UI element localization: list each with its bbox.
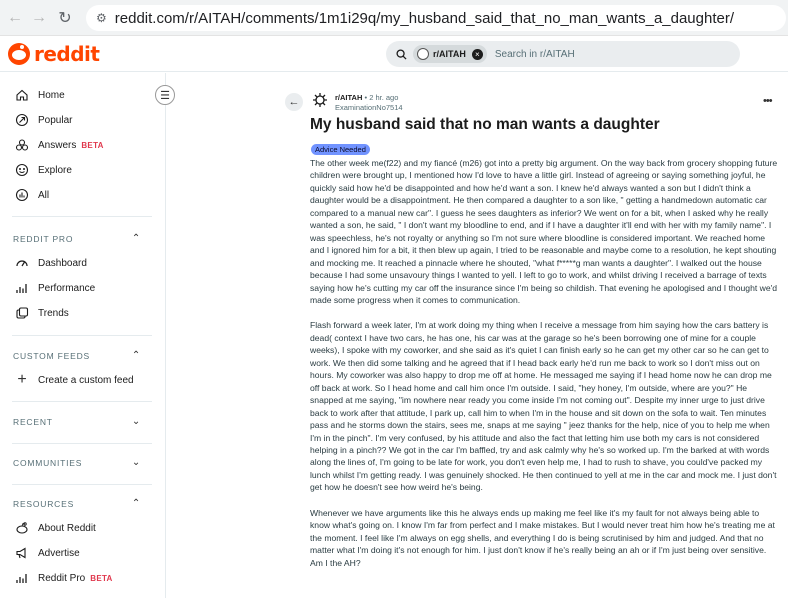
reload-icon[interactable]: ↻ xyxy=(54,7,76,29)
logo-text: reddit xyxy=(34,42,100,66)
search-input[interactable]: Search in r/AITAH xyxy=(495,49,575,60)
chevron-down-icon[interactable]: ⌄ xyxy=(132,457,141,468)
dashboard-icon xyxy=(14,255,30,271)
url-text: reddit.com/r/AITAH/comments/1m1i29q/my_h… xyxy=(114,9,735,27)
sidebar-item-dashboard[interactable]: Dashboard xyxy=(14,253,87,273)
section-heading: COMMUNITIES xyxy=(13,457,83,468)
left-sidebar: Home Popular Answers BETA Explore All RE… xyxy=(0,73,166,598)
sidebar-item-trends[interactable]: Trends xyxy=(14,303,69,323)
sidebar-item-label: Dashboard xyxy=(38,257,87,269)
hamburger-icon: ☰ xyxy=(160,89,170,102)
sidebar-item-label: About Reddit xyxy=(38,522,96,534)
subreddit-avatar-icon[interactable] xyxy=(312,92,328,108)
reddit-alien-icon xyxy=(8,43,30,65)
sidebar-item-label: Reddit Pro xyxy=(38,572,86,584)
sidebar-item-label: Home xyxy=(38,89,65,101)
post-time: 2 hr. ago xyxy=(369,93,399,102)
beta-badge: BETA xyxy=(90,573,113,583)
answers-icon xyxy=(14,137,30,153)
bar-chart-icon xyxy=(14,570,30,586)
post-paragraph: Whenever we have arguments like this he … xyxy=(310,507,775,568)
post-paragraph: Flash forward a week later, I'm at work … xyxy=(310,320,777,493)
more-options-icon[interactable]: ••• xyxy=(763,95,773,107)
sidebar-divider xyxy=(12,335,152,336)
sidebar-item-all[interactable]: All xyxy=(14,185,49,205)
post-flair[interactable]: Advice Needed xyxy=(311,144,370,155)
back-button[interactable]: ← xyxy=(285,93,303,111)
subreddit-link[interactable]: r/AITAH xyxy=(335,93,362,102)
section-heading: RESOURCES xyxy=(13,498,75,509)
chevron-down-icon[interactable]: ⌄ xyxy=(132,416,141,427)
sidebar-menu-toggle[interactable]: ☰ xyxy=(155,85,175,105)
address-bar[interactable]: ⚙ reddit.com/r/AITAH/comments/1m1i29q/my… xyxy=(86,5,786,31)
sidebar-item-about-reddit[interactable]: About Reddit xyxy=(14,518,96,538)
reddit-logo[interactable]: reddit xyxy=(8,42,100,66)
sidebar-item-home[interactable]: Home xyxy=(14,85,65,105)
sidebar-divider xyxy=(12,443,152,444)
sidebar-item-label: All xyxy=(38,189,50,201)
chip-label: r/AITAH xyxy=(433,49,466,59)
plus-icon: + xyxy=(17,371,27,388)
search-icon xyxy=(396,48,407,60)
bar-chart-icon xyxy=(14,280,30,296)
trends-icon xyxy=(14,305,30,321)
section-heading: REDDIT PRO xyxy=(13,233,74,244)
back-arrow-icon[interactable]: ← xyxy=(4,7,26,29)
sidebar-item-explore[interactable]: Explore xyxy=(14,160,72,180)
sidebar-item-label: Advertise xyxy=(38,547,80,559)
chevron-up-icon[interactable]: ⌃ xyxy=(132,350,141,361)
popular-icon xyxy=(14,112,30,128)
sidebar-item-label: Trends xyxy=(38,307,69,319)
section-recent[interactable]: RECENT ⌄ xyxy=(13,416,141,427)
back-arrow-icon: ← xyxy=(288,96,300,108)
sidebar-item-label: Explore xyxy=(38,164,72,176)
post-meta: r/AITAH • 2 hr. ago xyxy=(335,93,398,102)
sidebar-item-label: Performance xyxy=(38,282,96,294)
sidebar-divider xyxy=(12,484,152,485)
site-settings-icon[interactable]: ⚙ xyxy=(96,11,107,25)
sidebar-item-answers[interactable]: Answers BETA xyxy=(14,135,104,155)
section-custom-feeds[interactable]: CUSTOM FEEDS ⌃ xyxy=(13,350,141,361)
post-body: The other week me(f22) and my fiancé (m2… xyxy=(310,157,778,582)
subreddit-avatar-icon xyxy=(417,48,429,60)
author-link[interactable]: ExaminationNo7514 xyxy=(335,103,403,112)
subreddit-search-chip[interactable]: r/AITAH × xyxy=(413,45,487,63)
section-heading: RECENT xyxy=(13,416,53,427)
section-communities[interactable]: COMMUNITIES ⌄ xyxy=(13,457,141,468)
post-title: My husband said that no man wants a daug… xyxy=(310,116,660,133)
close-icon[interactable]: × xyxy=(471,48,483,60)
section-resources[interactable]: RESOURCES ⌃ xyxy=(13,498,141,509)
create-custom-feed-button[interactable]: + Create a custom feed xyxy=(14,370,134,390)
reddit-alien-icon xyxy=(14,520,30,536)
beta-badge: BETA xyxy=(81,140,104,150)
browser-toolbar: ← → ↻ ⚙ reddit.com/r/AITAH/comments/1m1i… xyxy=(0,0,788,36)
section-reddit-pro[interactable]: REDDIT PRO ⌃ xyxy=(13,233,141,244)
site-header: reddit r/AITAH × Search in r/AITAH xyxy=(0,36,788,72)
sidebar-divider xyxy=(12,401,152,402)
megaphone-icon xyxy=(14,545,30,561)
home-icon xyxy=(14,87,30,103)
explore-icon xyxy=(14,162,30,178)
all-icon xyxy=(14,187,30,203)
forward-arrow-icon[interactable]: → xyxy=(28,7,50,29)
section-heading: CUSTOM FEEDS xyxy=(13,350,90,361)
chevron-up-icon[interactable]: ⌃ xyxy=(132,498,141,509)
search-bar[interactable]: r/AITAH × Search in r/AITAH xyxy=(386,41,740,67)
sidebar-item-label: Create a custom feed xyxy=(38,374,134,386)
sidebar-item-popular[interactable]: Popular xyxy=(14,110,72,130)
sidebar-item-label: Answers xyxy=(38,139,77,151)
post-paragraph: The other week me(f22) and my fiancé (m2… xyxy=(310,158,778,305)
sidebar-item-reddit-pro[interactable]: Reddit Pro BETA xyxy=(14,568,113,588)
sidebar-item-performance[interactable]: Performance xyxy=(14,278,95,298)
sidebar-item-label: Popular xyxy=(38,114,73,126)
sidebar-divider xyxy=(12,216,152,217)
chevron-up-icon[interactable]: ⌃ xyxy=(132,233,141,244)
sidebar-item-advertise[interactable]: Advertise xyxy=(14,543,80,563)
